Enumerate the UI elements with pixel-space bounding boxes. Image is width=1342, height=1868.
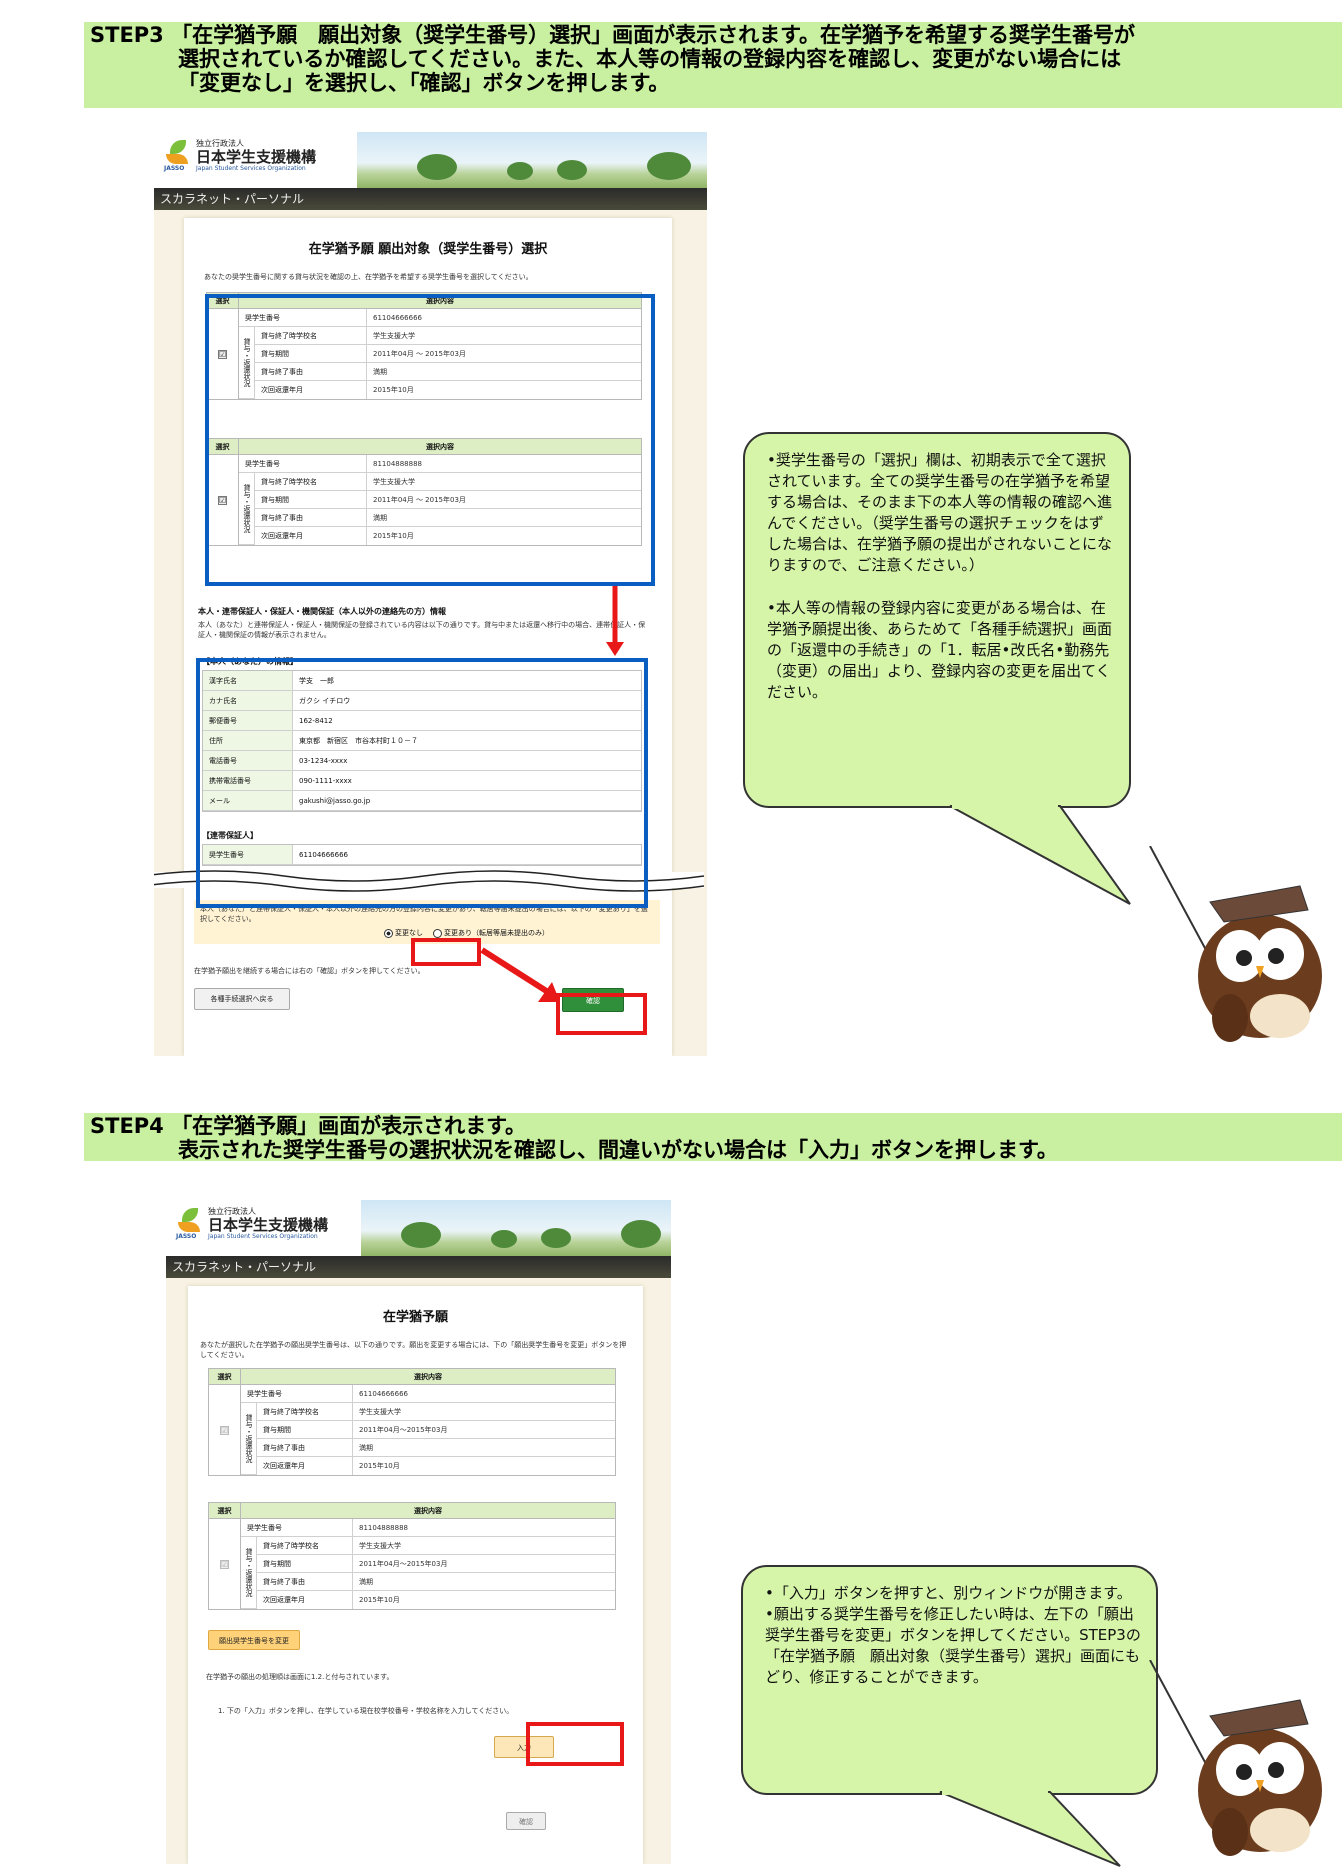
- radio-empty-icon: [433, 928, 442, 938]
- landscape-image: [357, 132, 707, 188]
- nav-bar: スカラネット・パーソナル: [154, 188, 707, 210]
- page-title: 在学猶予願: [382, 1310, 448, 1325]
- step4-header-line1: STEP4 「在学猶予願」画面が表示されます。: [90, 1114, 527, 1138]
- nav-bar: スカラネット・パーソナル: [166, 1256, 671, 1278]
- main-panel: 在学猶予願 あなたが選択した在学猶予の願出奨学生番号は、以下の通りです。願出を変…: [188, 1286, 643, 1864]
- jasso-logo-icon: JASSO: [164, 138, 192, 172]
- step4-header-line2: 表示された奨学生番号の選択状況を確認し、間違いがない場合は「入力」ボタンを押しま…: [178, 1138, 1058, 1162]
- step3-callout-text1: •奨学生番号の「選択」欄は、初期表示で全て選択されています。全ての奨学生番号の在…: [767, 451, 1113, 574]
- step3-header-line1: STEP3 「在学猶予願 願出対象（奨学生番号）選択」画面が表示されます。在学猶…: [90, 23, 1136, 47]
- jasso-logo-icon: JASSO: [176, 1206, 204, 1240]
- back-to-procedures-button[interactable]: 各種手続選択へ戻る: [194, 988, 290, 1010]
- radio-selected-icon: [384, 928, 393, 938]
- callout3-tail: [949, 804, 1131, 905]
- info-heading: 本人・連帯保証人・保証人・機関保証（本人以外の連絡先の方）情報: [198, 607, 446, 616]
- step3-header-line3: 「変更なし」を選択し、「確認」ボタンを押します。: [178, 71, 670, 95]
- org-name: 日本学生支援機構: [196, 148, 317, 166]
- change-scholar-number-button[interactable]: 願出奨学生番号を変更: [208, 1630, 300, 1650]
- checkbox-highlight-box: [205, 294, 655, 586]
- jasso-logo: JASSO 独立行政法人 日本学生支援機構 Japan Student Serv…: [164, 138, 316, 172]
- input-highlight-box: [526, 1722, 624, 1766]
- radio-no-change[interactable]: 変更なし: [384, 928, 423, 938]
- org-name-en: Japan Student Services Organization: [196, 165, 306, 172]
- step3-header-line2: 選択されているか確認してください。また、本人等の情報の登録内容を確認し、変更がな…: [178, 47, 1122, 71]
- step-note: 1. 下の「入力」ボタンを押し、在学している現在校学校番号・学校名称を入力してく…: [218, 1707, 514, 1715]
- step3-callout-text2: •本人等の情報の登録内容に変更がある場合は、在学猶予願提出後、あらためて「各種手…: [767, 599, 1113, 701]
- callout4-tail: [939, 1790, 1121, 1867]
- owl-mascot-icon: [1149, 1660, 1322, 1856]
- jasso-banner: JASSO 独立行政法人 日本学生支援機構 Japan Student Serv…: [166, 1200, 671, 1256]
- process-note: 在学猶予の願出の処理順は画面に1.2.と付与されています。: [206, 1673, 394, 1681]
- select-checkbox: ☑: [220, 1559, 229, 1569]
- step4-callout: •「入力」ボタンを押すと、別ウィンドウが開きます。 •願出する奨学生番号を修正し…: [741, 1565, 1158, 1795]
- selection-table-2: 選択 選択内容 ☑ 奨学生番号 81104888888 貸与・返還状況 貸与終了時…: [208, 1502, 616, 1610]
- confirm-highlight-box: [556, 993, 647, 1035]
- landscape-image: [361, 1200, 671, 1256]
- step4-header: STEP4 「在学猶予願」画面が表示されます。 表示された奨学生番号の選択状況を…: [84, 1113, 1342, 1162]
- no-change-highlight-box: [411, 938, 481, 966]
- confirm-note: 在学猶予願出を継続する場合には右の「確認」ボタンを押してください。: [194, 967, 425, 975]
- intro-text: あなたが選択した在学猶予の願出奨学生番号は、以下の通りです。願出を変更する場合に…: [200, 1341, 627, 1359]
- select-checkbox: ☑: [220, 1425, 229, 1435]
- selection-table-1: 選択 選択内容 ☑ 奨学生番号 61104666666 貸与・返還状況 貸与終了時…: [208, 1368, 616, 1476]
- step4-callout-text1: •「入力」ボタンを押すと、別ウィンドウが開きます。: [765, 1584, 1132, 1602]
- page-title: 在学猶予願 願出対象（奨学生番号）選択: [308, 242, 548, 257]
- intro-text: あなたの奨学生番号に関する貸与状況を確認の上、在学猶予を希望する奨学生番号を選択…: [204, 273, 533, 281]
- step3-callout: •奨学生番号の「選択」欄は、初期表示で全て選択されています。全ての奨学生番号の在…: [743, 432, 1131, 808]
- info-highlight-box: [196, 658, 648, 908]
- step4-callout-text2: •願出する奨学生番号を修正したい時は、左下の「願出奨学生番号を変更」ボタンを押し…: [765, 1605, 1141, 1686]
- arrow-to-confirm-icon: [480, 947, 560, 1002]
- confirm-button-disabled[interactable]: 確認: [506, 1812, 546, 1830]
- radio-change[interactable]: 変更あり（転居等届未提出のみ）: [433, 928, 549, 938]
- jasso-banner: JASSO 独立行政法人 日本学生支援機構 Japan Student Serv…: [154, 132, 707, 188]
- info-note: 本人（あなた）と連帯保証人・保証人・機関保証の登録されている内容は以下の通りです…: [198, 621, 646, 639]
- down-arrow-icon: [606, 586, 624, 656]
- owl-mascot-icon: [1149, 846, 1322, 1042]
- jasso-logo: JASSO 独立行政法人 日本学生支援機構 Japan Student Serv…: [176, 1206, 329, 1240]
- step3-header: STEP3 「在学猶予願 願出対象（奨学生番号）選択」画面が表示されます。在学猶…: [84, 22, 1342, 108]
